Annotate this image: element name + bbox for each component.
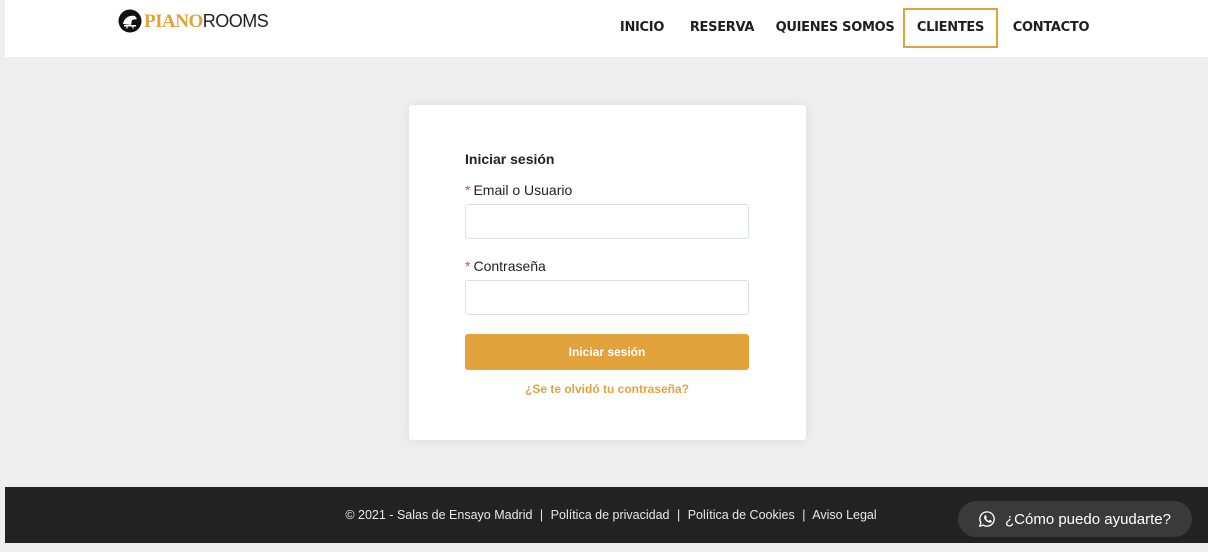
footer-link-legal[interactable]: Aviso Legal xyxy=(812,508,876,522)
bottom-strip xyxy=(0,543,1208,552)
whatsapp-chat-button[interactable]: ¿Cómo puedo ayudarte? xyxy=(958,501,1192,537)
password-label: * Contraseña xyxy=(465,258,546,274)
footer-separator: | xyxy=(802,508,806,522)
nav-item-quienes-somos[interactable]: QUIENES SOMOS xyxy=(775,8,895,48)
login-title: Iniciar sesión xyxy=(465,151,555,167)
email-label-text: Email o Usuario xyxy=(473,182,573,198)
footer-link-cookies[interactable]: Política de Cookies xyxy=(688,508,795,522)
logo-text: PIANOROOMS xyxy=(144,9,269,34)
login-button[interactable]: Iniciar sesión xyxy=(465,334,749,370)
footer-separator: | xyxy=(676,508,681,522)
required-mark: * xyxy=(465,182,471,198)
nav-item-contacto[interactable]: CONTACTO xyxy=(1008,8,1094,48)
forgot-password-link[interactable]: ¿Se te olvidó tu contraseña? xyxy=(465,382,749,396)
nav-item-inicio[interactable]: INICIO xyxy=(611,8,673,48)
footer-link-privacy[interactable]: Política de privacidad xyxy=(551,508,670,522)
footer-copyright: © 2021 - Salas de Ensayo Madrid xyxy=(345,508,533,522)
password-input[interactable] xyxy=(465,280,749,315)
page: PIANOROOMS INICIO RESERVA QUIENES SOMOS … xyxy=(0,0,1208,552)
whatsapp-icon xyxy=(978,511,995,528)
email-label: * Email o Usuario xyxy=(465,182,572,198)
email-input[interactable] xyxy=(465,204,749,239)
site-header: PIANOROOMS INICIO RESERVA QUIENES SOMOS … xyxy=(5,0,1208,57)
footer-separator: | xyxy=(539,508,544,522)
nav-item-reserva[interactable]: RESERVA xyxy=(685,8,759,48)
whatsapp-label: ¿Cómo puedo ayudarte? xyxy=(1005,510,1171,528)
nav-item-clientes[interactable]: CLIENTES xyxy=(903,8,998,48)
login-card: Iniciar sesión * Email o Usuario * Contras… xyxy=(409,105,806,440)
password-label-text: Contraseña xyxy=(473,258,546,274)
piano-logo-icon xyxy=(118,9,142,33)
required-mark: * xyxy=(465,258,471,274)
logo-text-piano: PIANO xyxy=(144,10,203,32)
logo-text-rooms: ROOMS xyxy=(202,10,269,31)
logo[interactable]: PIANOROOMS xyxy=(118,8,269,34)
